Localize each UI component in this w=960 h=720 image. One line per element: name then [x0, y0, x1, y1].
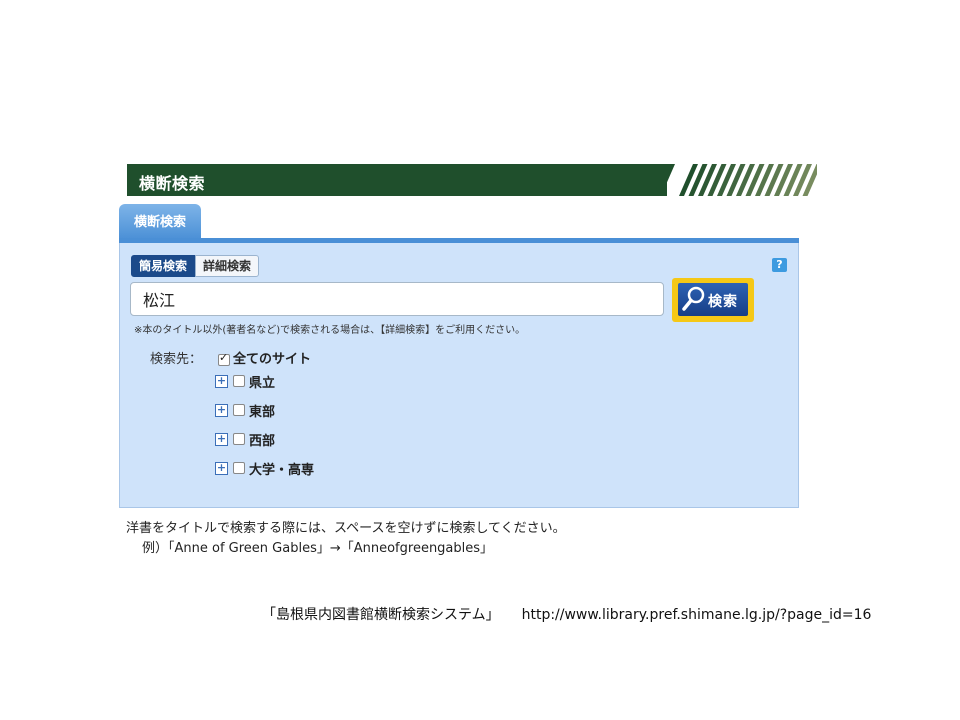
expand-icon[interactable]: + — [215, 403, 228, 417]
expand-icon[interactable]: + — [215, 432, 228, 446]
target-label: 検索先： — [150, 352, 203, 367]
magnifier-icon — [682, 286, 705, 311]
all-sites-option[interactable]: 全てのサイト — [218, 348, 311, 367]
region-label: 西部 — [249, 433, 276, 449]
region-checkbox[interactable] — [233, 462, 245, 474]
region-option-university[interactable]: + 大学・高専 — [215, 460, 315, 478]
region-label: 東部 — [249, 404, 276, 420]
header-title: 横断検索 — [139, 174, 206, 193]
search-button[interactable]: 検索 — [678, 283, 748, 316]
search-button-label: 検索 — [708, 294, 738, 310]
tab-cross-search[interactable]: 横断検索 — [119, 204, 201, 240]
region-label: 大学・高専 — [249, 462, 315, 478]
region-checkbox[interactable] — [233, 404, 245, 416]
caption-url: http://www.library.pref.shimane.lg.jp/?p… — [521, 607, 872, 623]
all-sites-label: 全てのサイト — [233, 352, 312, 367]
region-option-west[interactable]: + 西部 — [215, 431, 276, 449]
search-input[interactable] — [130, 282, 664, 316]
tip-line-2: 例）「Anne of Green Gables」→「Anneofgreengab… — [142, 541, 494, 556]
expand-icon[interactable]: + — [215, 374, 228, 388]
search-note: ※本のタイトル以外(著者名など)で検索される場合は、【詳細検索】をご利用ください… — [134, 325, 526, 336]
caption-system-name: 「島根県内図書館横断検索システム」 — [262, 607, 500, 623]
section-header: 横断検索 — [127, 164, 817, 196]
tab-detail-search[interactable]: 詳細検索 — [195, 255, 260, 277]
region-option-prefectural[interactable]: + 県立 — [215, 373, 276, 391]
expand-icon[interactable]: + — [215, 461, 228, 475]
search-button-frame: 検索 — [672, 278, 754, 322]
search-mode-tabs: 簡易検索 詳細検索 — [131, 255, 260, 277]
slide-caption: 「島根県内図書館横断検索システム」 http://www.library.pref… — [262, 604, 871, 624]
region-option-east[interactable]: + 東部 — [215, 402, 276, 420]
help-icon[interactable]: ? — [772, 258, 787, 272]
tab-simple-search[interactable]: 簡易検索 — [131, 255, 196, 277]
region-label: 県立 — [249, 375, 276, 391]
all-sites-checkbox[interactable] — [218, 351, 230, 366]
region-checkbox[interactable] — [233, 433, 245, 445]
region-checkbox[interactable] — [233, 375, 245, 387]
header-stripes — [653, 164, 817, 196]
tip-line-1: 洋書をタイトルで検索する際には、スペースを空けずに検索してください。 — [126, 521, 566, 536]
